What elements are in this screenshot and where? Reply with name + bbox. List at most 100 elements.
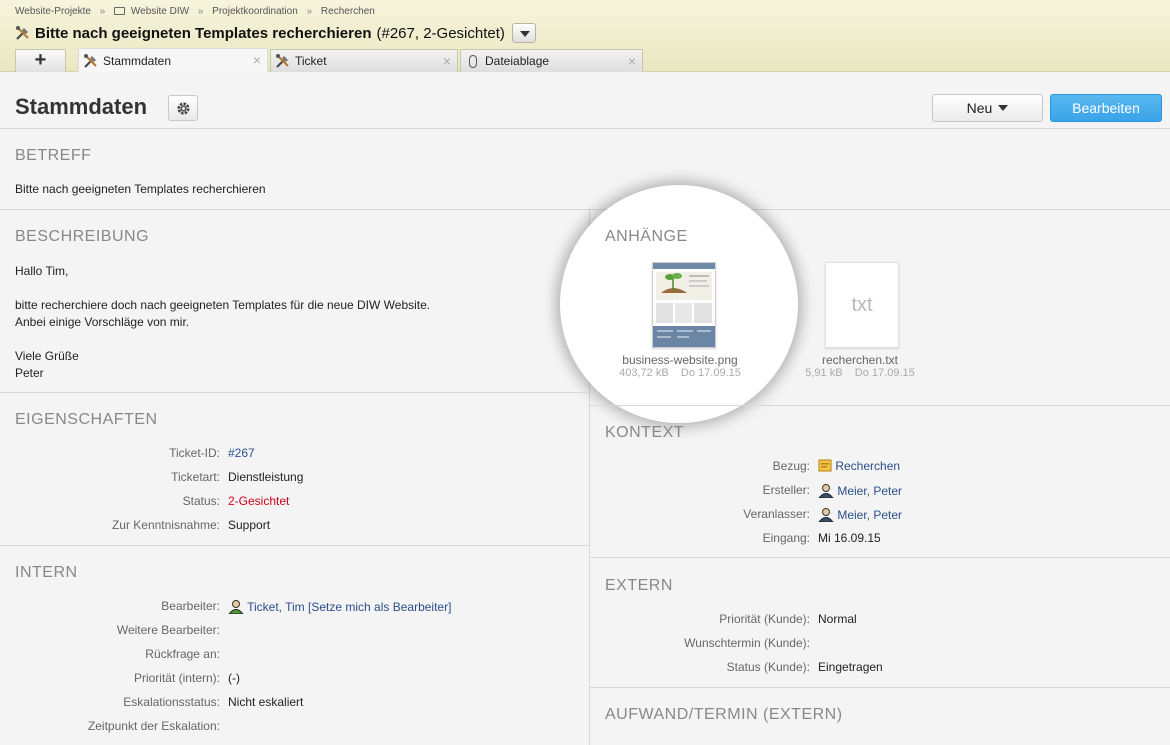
context-label: Veranlasser: <box>743 507 810 521</box>
intern-label: Weitere Bearbeiter: <box>116 623 220 637</box>
add-tab-button[interactable]: + <box>15 49 66 72</box>
intern-value: Nicht eskaliert <box>228 695 304 709</box>
close-icon[interactable]: × <box>628 53 636 69</box>
extern-label: Status (Kunde): <box>726 660 810 674</box>
breadcrumb: Website-Projekte » Website DIW » Projekt… <box>15 6 375 17</box>
description-line: Anbei einige Vorschläge von mir. <box>15 315 190 329</box>
chevron-down-icon <box>998 105 1009 111</box>
description-line: Hallo Tim, <box>15 264 69 278</box>
breadcrumb-separator: » <box>197 6 204 17</box>
attachment-meta: 403,72 kB Do 17.09.15 <box>610 367 750 379</box>
context-label: Bezug: <box>772 459 810 473</box>
edit-button[interactable]: Bearbeiten <box>1050 94 1162 122</box>
bezug-link[interactable]: Recherchen <box>835 459 900 473</box>
extern-value: Eingetragen <box>818 660 883 674</box>
aufwand-heading: AUFWAND/TERMIN (EXTERN) <box>605 706 843 723</box>
gear-icon <box>177 102 190 115</box>
property-value: Dienstleistung <box>228 470 304 484</box>
folder-icon <box>114 7 126 15</box>
property-label: Zur Kenntnisnahme: <box>111 518 220 532</box>
tab-stammdaten[interactable]: Stammdaten × <box>78 48 268 72</box>
ersteller-link[interactable]: Meier, Peter <box>837 484 902 498</box>
anhaenge-heading-overlay: ANHÄNGE <box>605 228 688 245</box>
attachment-thumbnail-txt[interactable]: txt <box>825 262 899 348</box>
main-content: Stammdaten Neu Bearbeiten BETREFF Bitte … <box>0 72 1170 745</box>
tab-label: Dateiablage <box>485 54 550 68</box>
paperclip-icon <box>469 54 477 68</box>
tab-label: Ticket <box>295 54 327 68</box>
attachment-date: Do 17.09.15 <box>854 367 915 379</box>
divider <box>0 392 589 393</box>
attachment-name[interactable]: business-website.png <box>610 353 750 367</box>
extern-label: Priorität (Kunde): <box>719 612 810 626</box>
extern-value: Normal <box>818 612 857 626</box>
bearbeiter-link[interactable]: Ticket, Tim <box>247 600 305 614</box>
divider <box>590 687 1170 688</box>
header: Website-Projekte » Website DIW » Projekt… <box>0 0 1170 72</box>
breadcrumb-item[interactable]: Website DIW <box>131 6 189 17</box>
ticket-title-bar: Bitte nach geeigneten Templates recherch… <box>15 23 536 43</box>
context-value: Meier, Peter <box>817 483 902 499</box>
new-dropdown-button[interactable]: Neu <box>932 94 1043 122</box>
property-value: Support <box>228 518 271 532</box>
kontext-heading: KONTEXT <box>605 424 685 441</box>
property-label: Ticket-ID: <box>169 446 220 460</box>
property-label: Status: <box>182 494 220 508</box>
attachment-date: Do 17.09.15 <box>680 367 741 379</box>
description-text: Hallo Tim, bitte recherchiere doch nach … <box>15 263 575 382</box>
breadcrumb-item[interactable]: Projektkoordination <box>212 6 298 17</box>
context-label: Eingang: <box>762 531 810 545</box>
attachment-thumbnail-png[interactable] <box>652 262 716 348</box>
ticket-title: Bitte nach geeigneten Templates recherch… <box>35 24 372 42</box>
settings-button[interactable] <box>168 95 198 121</box>
breadcrumb-item[interactable]: Website-Projekte <box>15 6 91 17</box>
tab-ticket[interactable]: Ticket × <box>270 49 458 72</box>
close-icon[interactable]: × <box>253 52 261 68</box>
tools-icon <box>15 25 31 41</box>
intern-value: (-) <box>228 671 240 685</box>
page-title: Stammdaten <box>15 94 148 119</box>
tab-label: Stammdaten <box>103 53 172 68</box>
new-button-label: Neu <box>966 100 993 116</box>
attachment-size: 5,91 kB <box>805 367 843 379</box>
ticket-id-link[interactable]: #267 <box>228 446 255 460</box>
close-icon[interactable]: × <box>443 53 451 69</box>
divider <box>0 128 1170 129</box>
extern-heading: EXTERN <box>605 577 673 594</box>
person-icon <box>817 484 835 499</box>
attachment-meta: 5,91 kB Do 17.09.15 <box>790 367 930 379</box>
property-label: Ticketart: <box>171 470 220 484</box>
attachment-name[interactable]: recherchen.txt <box>790 353 930 367</box>
description-line: Peter <box>15 366 44 380</box>
attachment-item[interactable]: recherchen.txt 5,91 kB Do 17.09.15 <box>790 353 930 379</box>
intern-value: Ticket, Tim [Setze mich als Bearbeiter] <box>227 599 451 615</box>
divider <box>0 545 589 546</box>
section-heading: BETREFF <box>15 147 92 164</box>
extern-label: Wunschtermin (Kunde): <box>684 636 810 650</box>
veranlasser-link[interactable]: Meier, Peter <box>837 508 902 522</box>
betreff-text: Bitte nach geeigneten Templates recherch… <box>15 182 266 196</box>
breadcrumb-item[interactable]: Recherchen <box>321 6 375 17</box>
context-value: Mi 16.09.15 <box>818 531 881 545</box>
breadcrumb-separator: » <box>306 6 313 17</box>
image-thumbnail-icon <box>653 263 715 347</box>
intern-heading: INTERN <box>15 564 78 581</box>
person-icon <box>227 600 245 615</box>
beschreibung-section: BESCHREIBUNG Hallo Tim, bitte recherchie… <box>15 228 575 382</box>
context-value: Meier, Peter <box>817 507 902 523</box>
intern-label: Priorität (intern): <box>133 671 220 685</box>
set-me-as-editor-link[interactable]: [Setze mich als Bearbeiter] <box>308 600 451 614</box>
intern-label: Eskalationsstatus: <box>123 695 220 709</box>
description-line: bitte recherchiere doch nach geeigneten … <box>15 298 431 312</box>
context-label: Ersteller: <box>762 483 810 497</box>
divider <box>590 557 1170 558</box>
ticket-title-suffix: (#267, 2-Gesichtet) <box>376 24 505 42</box>
attachment-item[interactable]: business-website.png 403,72 kB Do 17.09.… <box>610 353 750 379</box>
person-icon <box>817 508 835 523</box>
divider <box>590 405 1170 406</box>
betreff-section: BETREFF Bitte nach geeigneten Templates … <box>15 147 266 198</box>
tab-dateiablage[interactable]: Dateiablage × <box>460 49 643 72</box>
title-dropdown-button[interactable] <box>511 23 536 43</box>
status-value: 2-Gesichtet <box>228 494 290 508</box>
tools-icon <box>83 53 99 69</box>
